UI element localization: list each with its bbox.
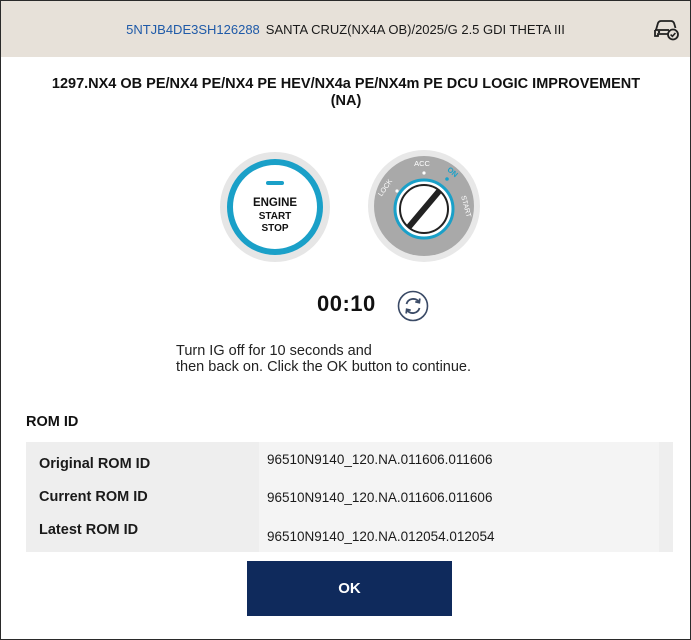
ignition-key-icon: LOCK ACC ON START — [368, 150, 480, 262]
ignition-acc-label: ACC — [414, 159, 430, 168]
vehicle-header: 5NTJB4DE3SH126288 SANTA CRUZ(NX4A OB)/20… — [1, 1, 690, 57]
rom-id-heading: ROM ID — [26, 414, 79, 430]
original-rom-id-label: Original ROM ID — [39, 456, 151, 472]
vin-number: 5NTJB4DE3SH126288 — [126, 21, 260, 37]
current-rom-id-value: 96510N9140_120.NA.011606.011606 — [267, 490, 493, 505]
instruction-line1: Turn IG off for 10 seconds and — [176, 343, 372, 359]
current-rom-id-label: Current ROM ID — [39, 489, 148, 505]
countdown-timer: 00:10 — [317, 291, 376, 316]
engine-label-line3: STOP — [261, 223, 288, 234]
latest-rom-id-label: Latest ROM ID — [39, 522, 139, 538]
procedure-title-line1: 1297.NX4 OB PE/NX4 PE/NX4 PE HEV/NX4a PE… — [51, 76, 641, 92]
procedure-title: 1297.NX4 OB PE/NX4 PE/NX4 PE HEV/NX4a PE… — [15, 76, 677, 110]
latest-rom-id-value: 96510N9140_120.NA.012054.012054 — [267, 529, 495, 544]
refresh-icon[interactable] — [397, 290, 429, 322]
original-rom-id-value: 96510N9140_120.NA.011606.011606 — [267, 452, 493, 467]
procedure-title-line2: (NA) — [330, 93, 362, 109]
engine-label-line1: ENGINE — [253, 197, 297, 209]
vehicle-check-icon[interactable] — [652, 16, 680, 42]
vehicle-description: SANTA CRUZ(NX4A OB)/2025/G 2.5 GDI THETA… — [265, 21, 565, 37]
instruction-text: Turn IG off for 10 seconds and then back… — [176, 343, 471, 375]
dialog-window: 5NTJB4DE3SH126288 SANTA CRUZ(NX4A OB)/20… — [0, 0, 691, 640]
engine-label-line2: START — [259, 211, 292, 222]
instruction-line2: then back on. Click the OK button to con… — [176, 359, 472, 375]
engine-start-stop-icon: ENGINE START STOP — [220, 152, 330, 262]
rom-id-table: Original ROM ID 96510N9140_120.NA.011606… — [26, 442, 673, 552]
ok-button[interactable]: OK — [247, 561, 452, 616]
